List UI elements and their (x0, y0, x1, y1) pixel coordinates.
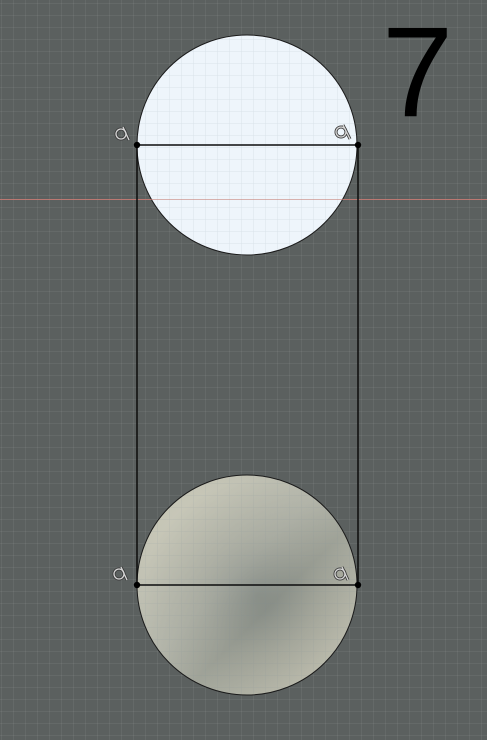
step-number-label: 7 (382, 1, 454, 144)
point-top-left[interactable] (133, 141, 141, 149)
point-top-right[interactable] (354, 141, 362, 149)
point-bottom-left[interactable] (133, 581, 141, 589)
point-bottom-right[interactable] (354, 581, 362, 589)
coincident-constraint-icon[interactable] (112, 566, 129, 581)
coincident-constraint-icon[interactable] (114, 126, 131, 141)
sketch-canvas[interactable]: 7 (0, 0, 487, 740)
